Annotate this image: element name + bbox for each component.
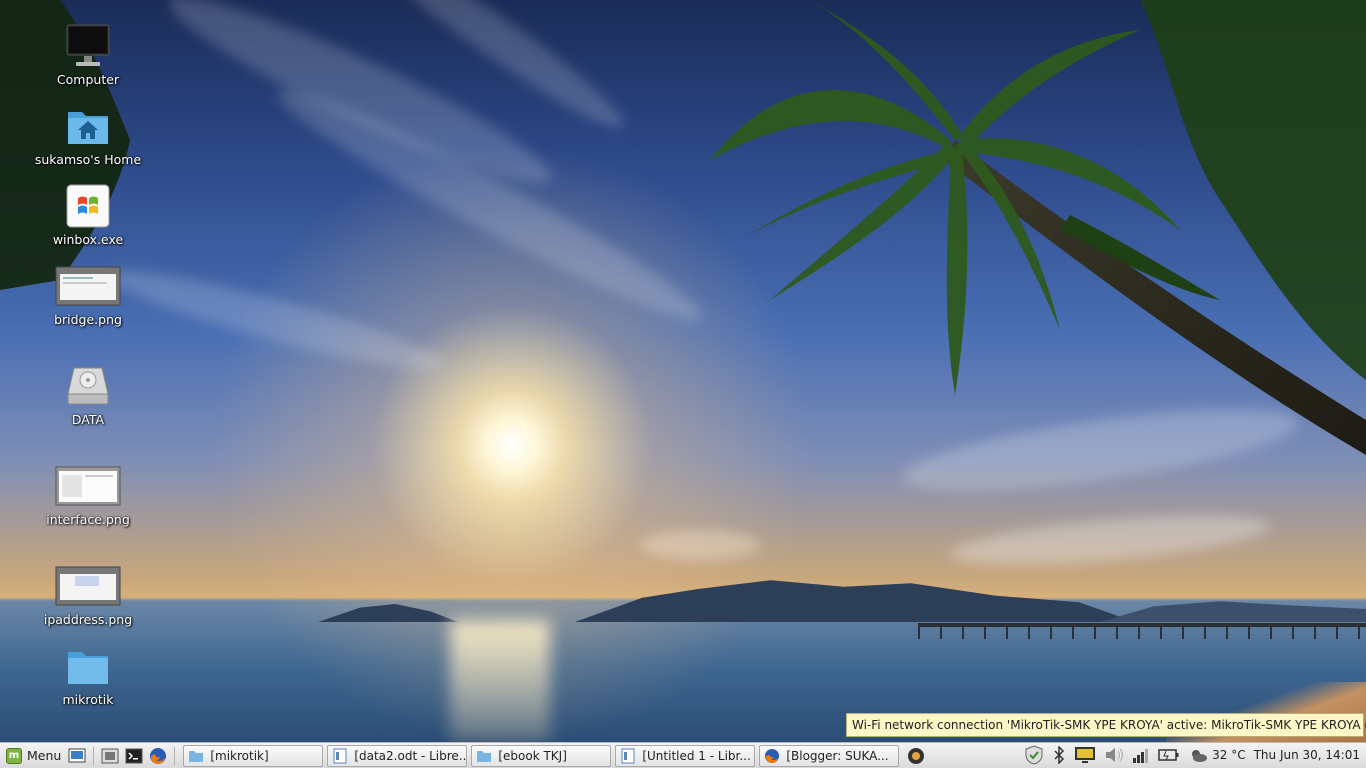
windows-exe-icon [64, 182, 112, 230]
task-label: [data2.odt - Libre... [354, 748, 467, 763]
temperature-label: 32 °C [1212, 748, 1246, 762]
desktop-icon-label: ipaddress.png [43, 612, 133, 627]
desktop-icon-label: mikrotik [62, 692, 114, 707]
show-desktop-icon[interactable] [66, 745, 88, 767]
image-file-icon [55, 562, 121, 610]
volume-icon[interactable] [1104, 743, 1124, 767]
drive-icon [64, 362, 112, 410]
task-label: [Untitled 1 - Libr... [642, 748, 751, 763]
taskbar-panel: m Menu [mikrotik] [data2.odt - Libre... … [0, 742, 1366, 768]
task-mikrotik[interactable]: [mikrotik] [183, 744, 324, 767]
menu-button[interactable]: m Menu [0, 744, 65, 768]
desktop-icon-data[interactable]: DATA [28, 362, 148, 427]
document-icon [621, 748, 635, 763]
desktop-icon-label: sukamso's Home [34, 152, 142, 167]
task-label: [mikrotik] [210, 748, 269, 763]
desktop-icon-label: winbox.exe [52, 232, 124, 247]
panel-separator [93, 746, 95, 765]
firefox-icon[interactable] [147, 745, 169, 767]
firefox-icon [765, 748, 780, 763]
desktop-icon-interface-png[interactable]: interface.png [28, 462, 148, 527]
task-blogger[interactable]: [Blogger: SUKA... [759, 744, 900, 767]
task-data2-odt[interactable]: [data2.odt - Libre... [327, 744, 468, 767]
folder-icon [64, 642, 112, 690]
desktop-icon-home[interactable]: sukamso's Home [28, 102, 148, 167]
palm-tree [710, 0, 1366, 455]
menu-label: Menu [27, 748, 62, 763]
folder-icon [477, 750, 492, 762]
task-ebook-tkj[interactable]: [ebook TKJ] [471, 744, 612, 767]
image-file-icon [55, 262, 121, 310]
desktop-icon-mikrotik[interactable]: mikrotik [28, 642, 148, 707]
desktop-icon-label: interface.png [46, 512, 130, 527]
desktop-icon-ipaddress-png[interactable]: ipaddress.png [28, 562, 148, 627]
bluetooth-icon[interactable] [1052, 743, 1066, 767]
desktop-icon-winbox[interactable]: winbox.exe [28, 182, 148, 247]
wifi-tooltip: Wi-Fi network connection 'MikroTik-SMK Y… [846, 713, 1366, 737]
desktop-icon-bridge-png[interactable]: bridge.png [28, 262, 148, 327]
folder-icon [189, 750, 204, 762]
weather-icon[interactable] [1188, 743, 1208, 767]
terminal-icon[interactable] [123, 745, 145, 767]
task-label: [ebook TKJ] [498, 748, 567, 763]
wifi-signal-icon[interactable] [1132, 743, 1150, 767]
desktop-icon-computer[interactable]: Computer [28, 22, 148, 87]
desktop-icon-label: bridge.png [54, 312, 122, 327]
task-label: [Blogger: SUKA... [786, 748, 889, 763]
display-icon[interactable] [1074, 743, 1096, 767]
image-file-icon [55, 462, 121, 510]
system-tray: 32 °C Thu Jun 30, 14:01 [1020, 743, 1366, 767]
desktop-icon-label: DATA [71, 412, 105, 427]
tooltip-text: Wi-Fi network connection 'MikroTik-SMK Y… [852, 718, 1366, 732]
mint-logo-icon: m [6, 747, 22, 764]
app-indicator-icon[interactable] [905, 745, 927, 767]
desktop-wallpaper [0, 0, 1366, 742]
file-manager-icon[interactable] [99, 745, 121, 767]
panel-separator [174, 746, 176, 765]
monitor-icon [64, 22, 112, 70]
desktop-icon-label: Computer [56, 72, 120, 87]
home-folder-icon [64, 102, 112, 150]
update-shield-icon[interactable] [1024, 743, 1044, 767]
document-icon [333, 748, 347, 763]
task-untitled-1[interactable]: [Untitled 1 - Libr... [615, 744, 756, 767]
clock[interactable]: Thu Jun 30, 14:01 [1254, 748, 1360, 762]
battery-icon[interactable] [1158, 743, 1180, 767]
